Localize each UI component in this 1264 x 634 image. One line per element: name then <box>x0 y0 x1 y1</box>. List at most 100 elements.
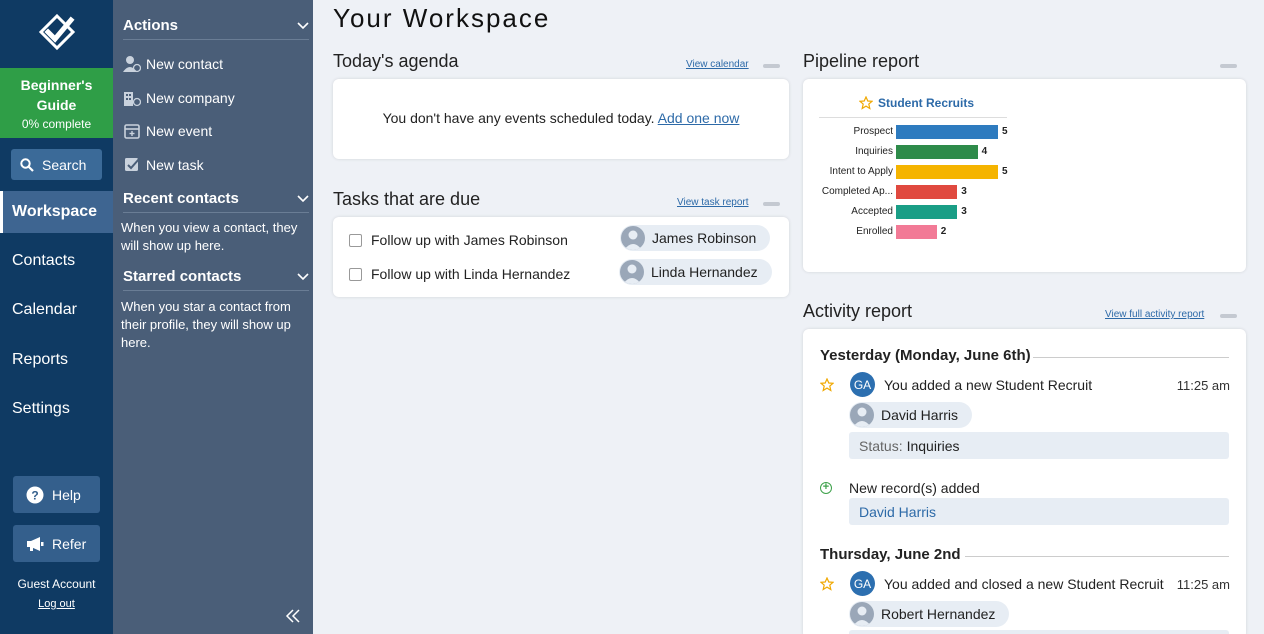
actions-title: Actions <box>123 17 179 34</box>
minimize-agenda-icon[interactable] <box>763 64 780 68</box>
bar[interactable] <box>896 165 998 179</box>
help-label: Help <box>52 486 81 503</box>
agenda-title: Today's agenda <box>333 51 459 71</box>
bar[interactable] <box>896 125 998 139</box>
user-icon <box>623 264 641 284</box>
task-item: Follow up with James Robinson <box>349 227 568 253</box>
avatar <box>850 602 874 626</box>
task-label: Follow up with James Robinson <box>371 232 568 248</box>
minimize-tasks-icon[interactable] <box>763 202 780 206</box>
day-divider <box>965 556 1229 557</box>
recent-contacts-empty: When you view a contact, they will show … <box>121 220 298 253</box>
bar[interactable] <box>896 185 958 199</box>
bar-label: Intent to Apply <box>829 166 893 177</box>
add-contact-icon <box>123 55 141 73</box>
user-icon <box>853 606 871 626</box>
agenda-empty-text: You don't have any events scheduled toda… <box>382 110 655 126</box>
new-company-button[interactable]: New company <box>123 86 235 110</box>
nav-item-reports[interactable]: Reports <box>0 339 113 381</box>
day-divider <box>1033 357 1229 358</box>
new-task-button[interactable]: New task <box>123 153 204 177</box>
view-calendar-link[interactable]: View calendar <box>686 59 749 70</box>
recent-contacts-header[interactable]: Recent contacts <box>123 185 309 213</box>
agenda-card: You don't have any events scheduled toda… <box>333 79 789 159</box>
add-event-icon <box>123 122 141 140</box>
agenda-message: You don't have any events scheduled toda… <box>333 110 789 126</box>
new-event-button[interactable]: New event <box>123 119 212 143</box>
collapse-panel-icon[interactable] <box>285 607 301 630</box>
view-task-report-link[interactable]: View task report <box>677 197 749 208</box>
nav-item-contacts[interactable]: Contacts <box>0 240 113 282</box>
bar[interactable] <box>896 205 958 219</box>
records-text: New record(s) added <box>849 480 980 496</box>
search-button[interactable]: Search <box>11 149 102 180</box>
nav-item-calendar[interactable]: Calendar <box>0 289 113 331</box>
minimize-pipeline-icon[interactable] <box>1220 64 1237 68</box>
contact-chip[interactable]: Robert Hernandez <box>849 601 1010 627</box>
guide-progress: 0% complete <box>21 117 92 131</box>
view-activity-report-link[interactable]: View full activity report <box>1105 309 1204 320</box>
help-button[interactable]: ? Help <box>13 476 100 513</box>
actions-header[interactable]: Actions <box>123 12 309 40</box>
chevron-down-icon <box>297 21 309 29</box>
tasks-card: Follow up with James Robinson James Robi… <box>333 217 789 297</box>
activity-text: You added a new Student Recruit <box>884 377 1093 393</box>
bar-label: Enrolled <box>856 226 893 237</box>
activity-card: Yesterday (Monday, June 6th) GA You adde… <box>803 329 1246 634</box>
bar-value-label: 3 <box>961 206 967 217</box>
pipeline-title: Pipeline report <box>803 51 920 71</box>
activity-text: You added and closed a new Student Recru… <box>884 576 1164 592</box>
nav-item-settings[interactable]: Settings <box>0 388 113 430</box>
search-icon <box>20 157 34 172</box>
starred-contacts-title: Starred contacts <box>123 268 242 285</box>
bar-value-label: 4 <box>981 146 988 157</box>
page-title: Your Workspace <box>333 3 551 33</box>
activity-time: 11:25 am <box>1176 577 1230 592</box>
refer-label: Refer <box>52 535 87 552</box>
new-task-label: New task <box>146 157 204 173</box>
megaphone-icon <box>27 536 44 551</box>
star-icon[interactable] <box>820 378 834 392</box>
task-checkbox[interactable] <box>349 233 362 247</box>
bar-value-label: 5 <box>1002 166 1008 177</box>
task-label: Follow up with Linda Hernandez <box>371 266 571 282</box>
task-assignee-chip[interactable]: James Robinson <box>620 225 771 251</box>
activity-day-heading: Yesterday (Monday, June 6th) <box>820 347 1031 364</box>
refer-button[interactable]: Refer <box>13 525 100 562</box>
logout-link[interactable]: Log out <box>0 598 113 610</box>
starred-contacts-header[interactable]: Starred contacts <box>123 263 309 291</box>
app-logo[interactable] <box>0 0 113 68</box>
task-checkbox[interactable] <box>349 267 362 281</box>
new-company-label: New company <box>146 90 235 106</box>
pipeline-chart-title[interactable]: Student Recruits <box>859 96 974 110</box>
nav-item-workspace[interactable]: Workspace <box>0 191 113 233</box>
contact-name: Robert Hernandez <box>881 606 996 622</box>
star-icon[interactable] <box>820 577 834 591</box>
record-link-box[interactable]: David Harris <box>849 498 1229 525</box>
avatar <box>850 403 874 427</box>
chevron-down-icon <box>297 272 309 280</box>
bar-label: Prospect <box>853 126 893 137</box>
assignee-name: Linda Hernandez <box>651 264 758 280</box>
new-contact-label: New contact <box>146 56 224 72</box>
help-icon: ? <box>26 486 44 503</box>
bar[interactable] <box>896 225 937 239</box>
minimize-activity-icon[interactable] <box>1220 314 1237 318</box>
beginners-guide[interactable]: Beginner's Guide 0% complete <box>0 68 113 138</box>
star-icon <box>859 96 873 110</box>
guide-title: Beginner's Guide <box>20 77 93 113</box>
activity-title: Activity report <box>803 301 913 321</box>
add-task-icon <box>123 156 141 174</box>
contact-chip[interactable]: David Harris <box>849 402 973 428</box>
search-label: Search <box>42 156 87 173</box>
user-avatar: GA <box>850 372 875 397</box>
new-contact-button[interactable]: New contact <box>123 52 223 76</box>
user-avatar: GA <box>850 571 875 596</box>
record-name[interactable]: David Harris <box>859 504 936 520</box>
user-icon <box>853 407 871 427</box>
bar[interactable] <box>896 145 978 159</box>
avatar <box>621 226 645 250</box>
add-event-link[interactable]: Add one now <box>658 110 740 126</box>
task-assignee-chip[interactable]: Linda Hernandez <box>619 259 772 285</box>
main-nav: Beginner's Guide 0% complete Search Work… <box>0 0 113 634</box>
